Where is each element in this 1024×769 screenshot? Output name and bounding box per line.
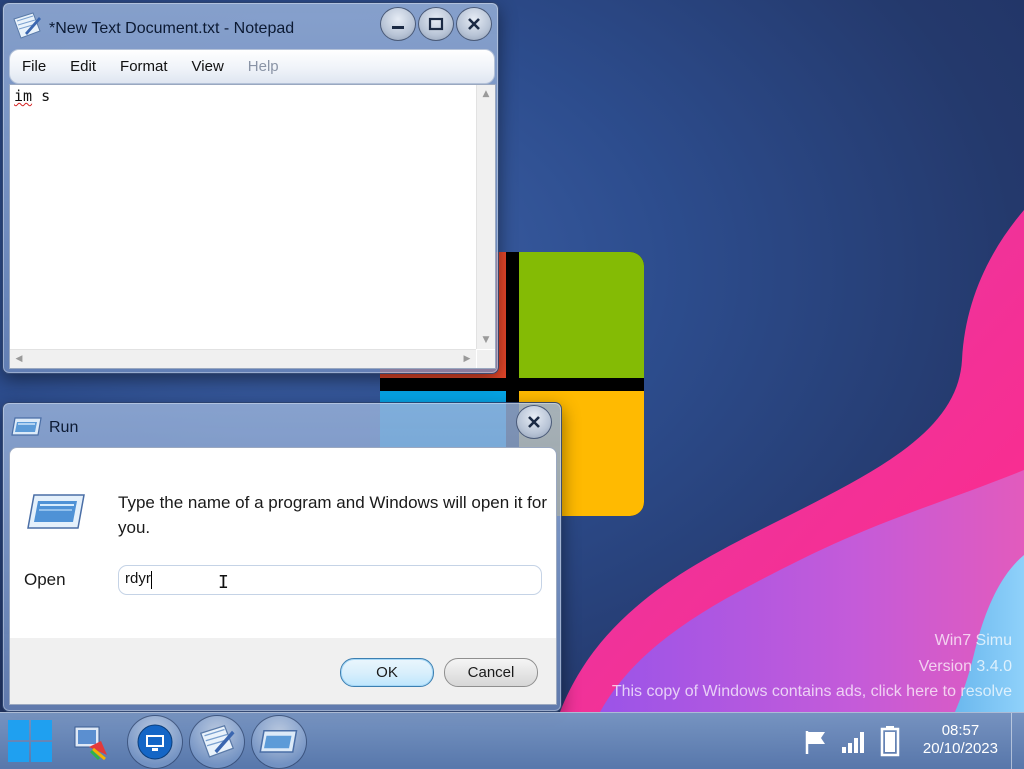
run-icon [259,730,298,753]
notepad-icon [13,12,41,39]
taskbar: 08:57 20/10/2023 [0,712,1024,769]
notepad-icon [199,724,235,758]
notepad-title: *New Text Document.txt - Notepad [49,20,295,37]
clock-date: 20/10/2023 [922,740,998,757]
network-signal-icon[interactable] [840,729,868,755]
open-input[interactable]: rdyr I [118,565,542,595]
run-dialog[interactable]: Run Type the name of a program and Windo… [2,402,562,712]
scroll-right-icon[interactable]: ▶ [458,350,476,368]
paint-icon [74,726,107,761]
menu-help[interactable]: Help [236,58,291,75]
taskbar-paint[interactable] [64,715,118,767]
menu-view[interactable]: View [180,58,236,75]
run-title: Run [49,419,79,436]
show-desktop-button[interactable] [1011,713,1024,769]
taskbar-remote-desktop[interactable] [127,715,183,769]
minimize-button[interactable] [380,7,416,41]
menu-file[interactable]: File [10,58,58,75]
text-caret [151,571,152,589]
close-button[interactable] [456,7,492,41]
run-program-icon [27,494,85,529]
scroll-up-icon[interactable]: ▲ [477,85,495,103]
watermark-line-2: Version 3.4.0 [918,657,1012,675]
ok-button[interactable]: OK [340,658,434,687]
cancel-button[interactable]: Cancel [444,658,538,687]
notepad-text-area[interactable]: im s ▲ ▼ ◀ ▶ [9,84,496,369]
run-icon [11,417,42,436]
scroll-down-icon[interactable]: ▼ [477,331,495,349]
content-rest: s [32,87,51,105]
open-input-value: rdyr [125,570,151,587]
notepad-content: im s [14,87,50,105]
taskbar-run[interactable] [251,715,307,769]
taskbar-notepad[interactable] [189,715,245,769]
watermark-line-3[interactable]: This copy of Windows contains ads, click… [612,679,1012,705]
maximize-icon [428,17,444,31]
run-content: Type the name of a program and Windows w… [9,447,557,639]
activation-watermark[interactable]: Win7 Simu Version 3.4.0 This copy of Win… [612,628,1012,705]
scroll-corner [477,350,495,368]
ibeam-cursor-icon: I [218,572,229,593]
watermark-line-1: Win7 Simu [934,632,1012,649]
maximize-button[interactable] [418,7,454,41]
remote-desktop-icon [137,724,173,760]
notepad-window[interactable]: *New Text Document.txt - Notepad File Ed… [2,2,499,374]
run-footer: OK Cancel [9,638,557,705]
misspelled-word: im [14,87,33,105]
open-label: Open [24,570,66,589]
run-prompt-text: Type the name of a program and Windows w… [118,493,547,537]
menu-format[interactable]: Format [108,58,180,75]
close-icon [528,416,540,428]
notepad-menubar: File Edit Format View Help [9,49,495,84]
start-icon[interactable] [4,716,56,766]
battery-icon[interactable] [880,725,900,757]
clock-time: 08:57 [941,722,980,739]
taskbar-clock[interactable]: 08:57 20/10/2023 [923,722,998,758]
action-center-flag-icon[interactable] [803,729,829,755]
scroll-left-icon[interactable]: ◀ [10,350,28,368]
horizontal-scrollbar[interactable]: ◀ ▶ [10,349,476,368]
run-close-button[interactable] [516,405,552,439]
menu-edit[interactable]: Edit [58,58,108,75]
close-icon [468,18,480,30]
vertical-scrollbar[interactable]: ▲ ▼ [476,85,495,349]
minimize-icon [392,26,404,29]
